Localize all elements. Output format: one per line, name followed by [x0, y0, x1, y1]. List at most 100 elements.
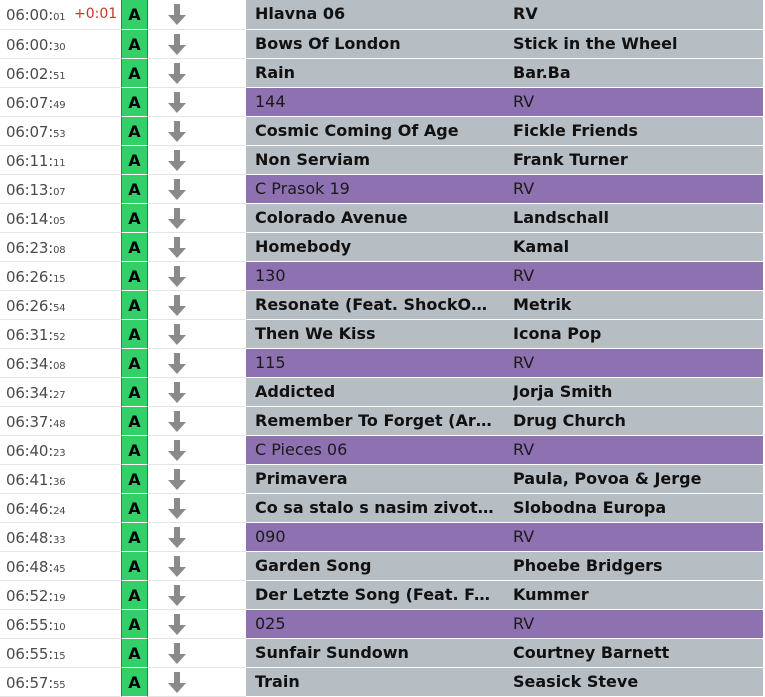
playlist-row[interactable]: 06:07:49 A 144 RV [0, 88, 765, 117]
playlist-row[interactable]: 06:07:53 A Cosmic Coming Of Age Fickle Frie… [0, 117, 765, 146]
category-badge[interactable]: A [121, 233, 148, 262]
separator-cell[interactable]: 025 RV [246, 610, 763, 639]
playlist-row[interactable]: 06:23:08 A Homebody Kamal [0, 233, 765, 262]
playlist-row[interactable]: 06:55:15 A Sunfair Sundown Courtney Barnett [0, 639, 765, 668]
arrow-down-icon[interactable] [167, 382, 187, 403]
arrow-down-icon[interactable] [167, 150, 187, 171]
category-badge[interactable]: A [121, 262, 148, 291]
arrow-down-icon[interactable] [167, 411, 187, 432]
playlist-row[interactable]: 06:02:51 A Rain Bar.Ba [0, 59, 765, 88]
track-cell[interactable]: Cosmic Coming Of Age Fickle Friends [246, 117, 763, 146]
arrow-down-icon[interactable] [167, 237, 187, 258]
start-time-main: 06:34: [6, 384, 54, 402]
category-badge[interactable]: A [121, 175, 148, 204]
arrow-down-icon[interactable] [167, 4, 187, 25]
track-cell[interactable]: Train Seasick Steve [246, 668, 763, 697]
track-cell[interactable]: Co sa stalo s nasim zivotom Slobodna Euro… [246, 494, 763, 523]
playlist-row[interactable]: 06:55:10 A 025 RV [0, 610, 765, 639]
playlist-row[interactable]: 06:13:07 A C Prasok 19 RV [0, 175, 765, 204]
track-cell[interactable]: Primavera Paula, Povoa & Jerge [246, 465, 763, 494]
playlist-row[interactable]: 06:34:27 A Addicted Jorja Smith [0, 378, 765, 407]
category-badge[interactable]: A [121, 117, 148, 146]
playlist-row[interactable]: 06:26:54 A Resonate (Feat. ShockOne) Metrik [0, 291, 765, 320]
playlist-row[interactable]: 06:57:55 A Train Seasick Steve [0, 668, 765, 697]
track-cell[interactable]: Der Letzte Song (Feat. Fred ... Kummer [246, 581, 763, 610]
category-badge[interactable]: A [121, 88, 148, 117]
category-badge[interactable]: A [121, 291, 148, 320]
playlist-row[interactable]: 06:41:36 A Primavera Paula, Povoa & Jerge [0, 465, 765, 494]
track-cell[interactable]: Bows Of London Stick in the Wheel [246, 30, 763, 59]
track-cell[interactable]: Resonate (Feat. ShockOne) Metrik [246, 291, 763, 320]
category-badge[interactable]: A [121, 523, 148, 552]
category-badge[interactable]: A [121, 59, 148, 88]
arrow-down-icon[interactable] [167, 498, 187, 519]
category-badge[interactable]: A [121, 378, 148, 407]
playlist-row[interactable]: 06:11:11 A Non Serviam Frank Turner [0, 146, 765, 175]
separator-cell[interactable]: 090 RV [246, 523, 763, 552]
playlist-row[interactable]: 06:26:15 A 130 RV [0, 262, 765, 291]
category-badge[interactable]: A [121, 30, 148, 59]
category-badge[interactable]: A [121, 320, 148, 349]
category-badge[interactable]: A [121, 552, 148, 581]
track-artist: Slobodna Europa [513, 498, 667, 517]
category-badge[interactable]: A [121, 465, 148, 494]
arrow-down-icon[interactable] [167, 353, 187, 374]
category-badge[interactable]: A [121, 204, 148, 233]
playlist-row[interactable]: 06:00:30 A Bows Of London Stick in the Whee… [0, 30, 765, 59]
category-badge[interactable]: A [121, 494, 148, 523]
track-cell[interactable]: Then We Kiss Icona Pop [246, 320, 763, 349]
arrow-down-icon[interactable] [167, 643, 187, 664]
category-badge[interactable]: A [121, 581, 148, 610]
category-badge[interactable]: A [121, 610, 148, 639]
category-badge-label: A [128, 441, 141, 460]
arrow-down-icon[interactable] [167, 527, 187, 548]
category-badge[interactable]: A [121, 146, 148, 175]
separator-cell[interactable]: C Prasok 19 RV [246, 175, 763, 204]
track-title: Colorado Avenue [255, 208, 408, 227]
arrow-down-icon[interactable] [167, 208, 187, 229]
playlist-row[interactable]: 06:48:45 A Garden Song Phoebe Bridgers [0, 552, 765, 581]
playlist-row[interactable]: 06:14:05 A Colorado Avenue Landschall [0, 204, 765, 233]
arrow-down-icon[interactable] [167, 179, 187, 200]
playlist-row[interactable]: 06:48:33 A 090 RV [0, 523, 765, 552]
category-badge[interactable]: A [121, 0, 148, 30]
arrow-down-icon[interactable] [167, 556, 187, 577]
arrow-down-icon[interactable] [167, 63, 187, 84]
arrow-down-icon[interactable] [167, 34, 187, 55]
separator-cell[interactable]: 144 RV [246, 88, 763, 117]
arrow-down-icon[interactable] [167, 614, 187, 635]
track-cell[interactable]: Addicted Jorja Smith [246, 378, 763, 407]
arrow-down-icon[interactable] [167, 92, 187, 113]
separator-cell[interactable]: 130 RV [246, 262, 763, 291]
playlist-row[interactable]: 06:34:08 A 115 RV [0, 349, 765, 378]
track-cell[interactable]: Hlavna 06 RV [246, 0, 763, 30]
arrow-down-icon[interactable] [167, 295, 187, 316]
separator-cell[interactable]: C Pieces 06 RV [246, 436, 763, 465]
arrow-down-icon[interactable] [167, 440, 187, 461]
arrow-down-icon[interactable] [167, 585, 187, 606]
playlist-row[interactable]: 06:00:01 +0:01 A Hlavna 06 RV [0, 0, 765, 30]
track-cell[interactable]: Sunfair Sundown Courtney Barnett [246, 639, 763, 668]
playlist-row[interactable]: 06:46:24 A Co sa stalo s nasim zivotom Slob… [0, 494, 765, 523]
playlist-row[interactable]: 06:37:48 A Remember To Forget (Arcw... Drug… [0, 407, 765, 436]
playlist-row[interactable]: 06:52:19 A Der Letzte Song (Feat. Fred ...… [0, 581, 765, 610]
category-badge[interactable]: A [121, 436, 148, 465]
arrow-down-icon[interactable] [167, 469, 187, 490]
playlist-row[interactable]: 06:40:23 A C Pieces 06 RV [0, 436, 765, 465]
track-cell[interactable]: Non Serviam Frank Turner [246, 146, 763, 175]
category-badge[interactable]: A [121, 349, 148, 378]
separator-cell[interactable]: 115 RV [246, 349, 763, 378]
arrow-down-icon[interactable] [167, 324, 187, 345]
arrow-down-icon[interactable] [167, 266, 187, 287]
category-badge[interactable]: A [121, 668, 148, 697]
playlist-row[interactable]: 06:31:52 A Then We Kiss Icona Pop [0, 320, 765, 349]
arrow-down-icon[interactable] [167, 121, 187, 142]
track-cell[interactable]: Garden Song Phoebe Bridgers [246, 552, 763, 581]
track-cell[interactable]: Homebody Kamal [246, 233, 763, 262]
arrow-down-icon[interactable] [167, 672, 187, 693]
track-cell[interactable]: Rain Bar.Ba [246, 59, 763, 88]
category-badge[interactable]: A [121, 407, 148, 436]
category-badge[interactable]: A [121, 639, 148, 668]
track-cell[interactable]: Colorado Avenue Landschall [246, 204, 763, 233]
track-cell[interactable]: Remember To Forget (Arcw... Drug Church [246, 407, 763, 436]
